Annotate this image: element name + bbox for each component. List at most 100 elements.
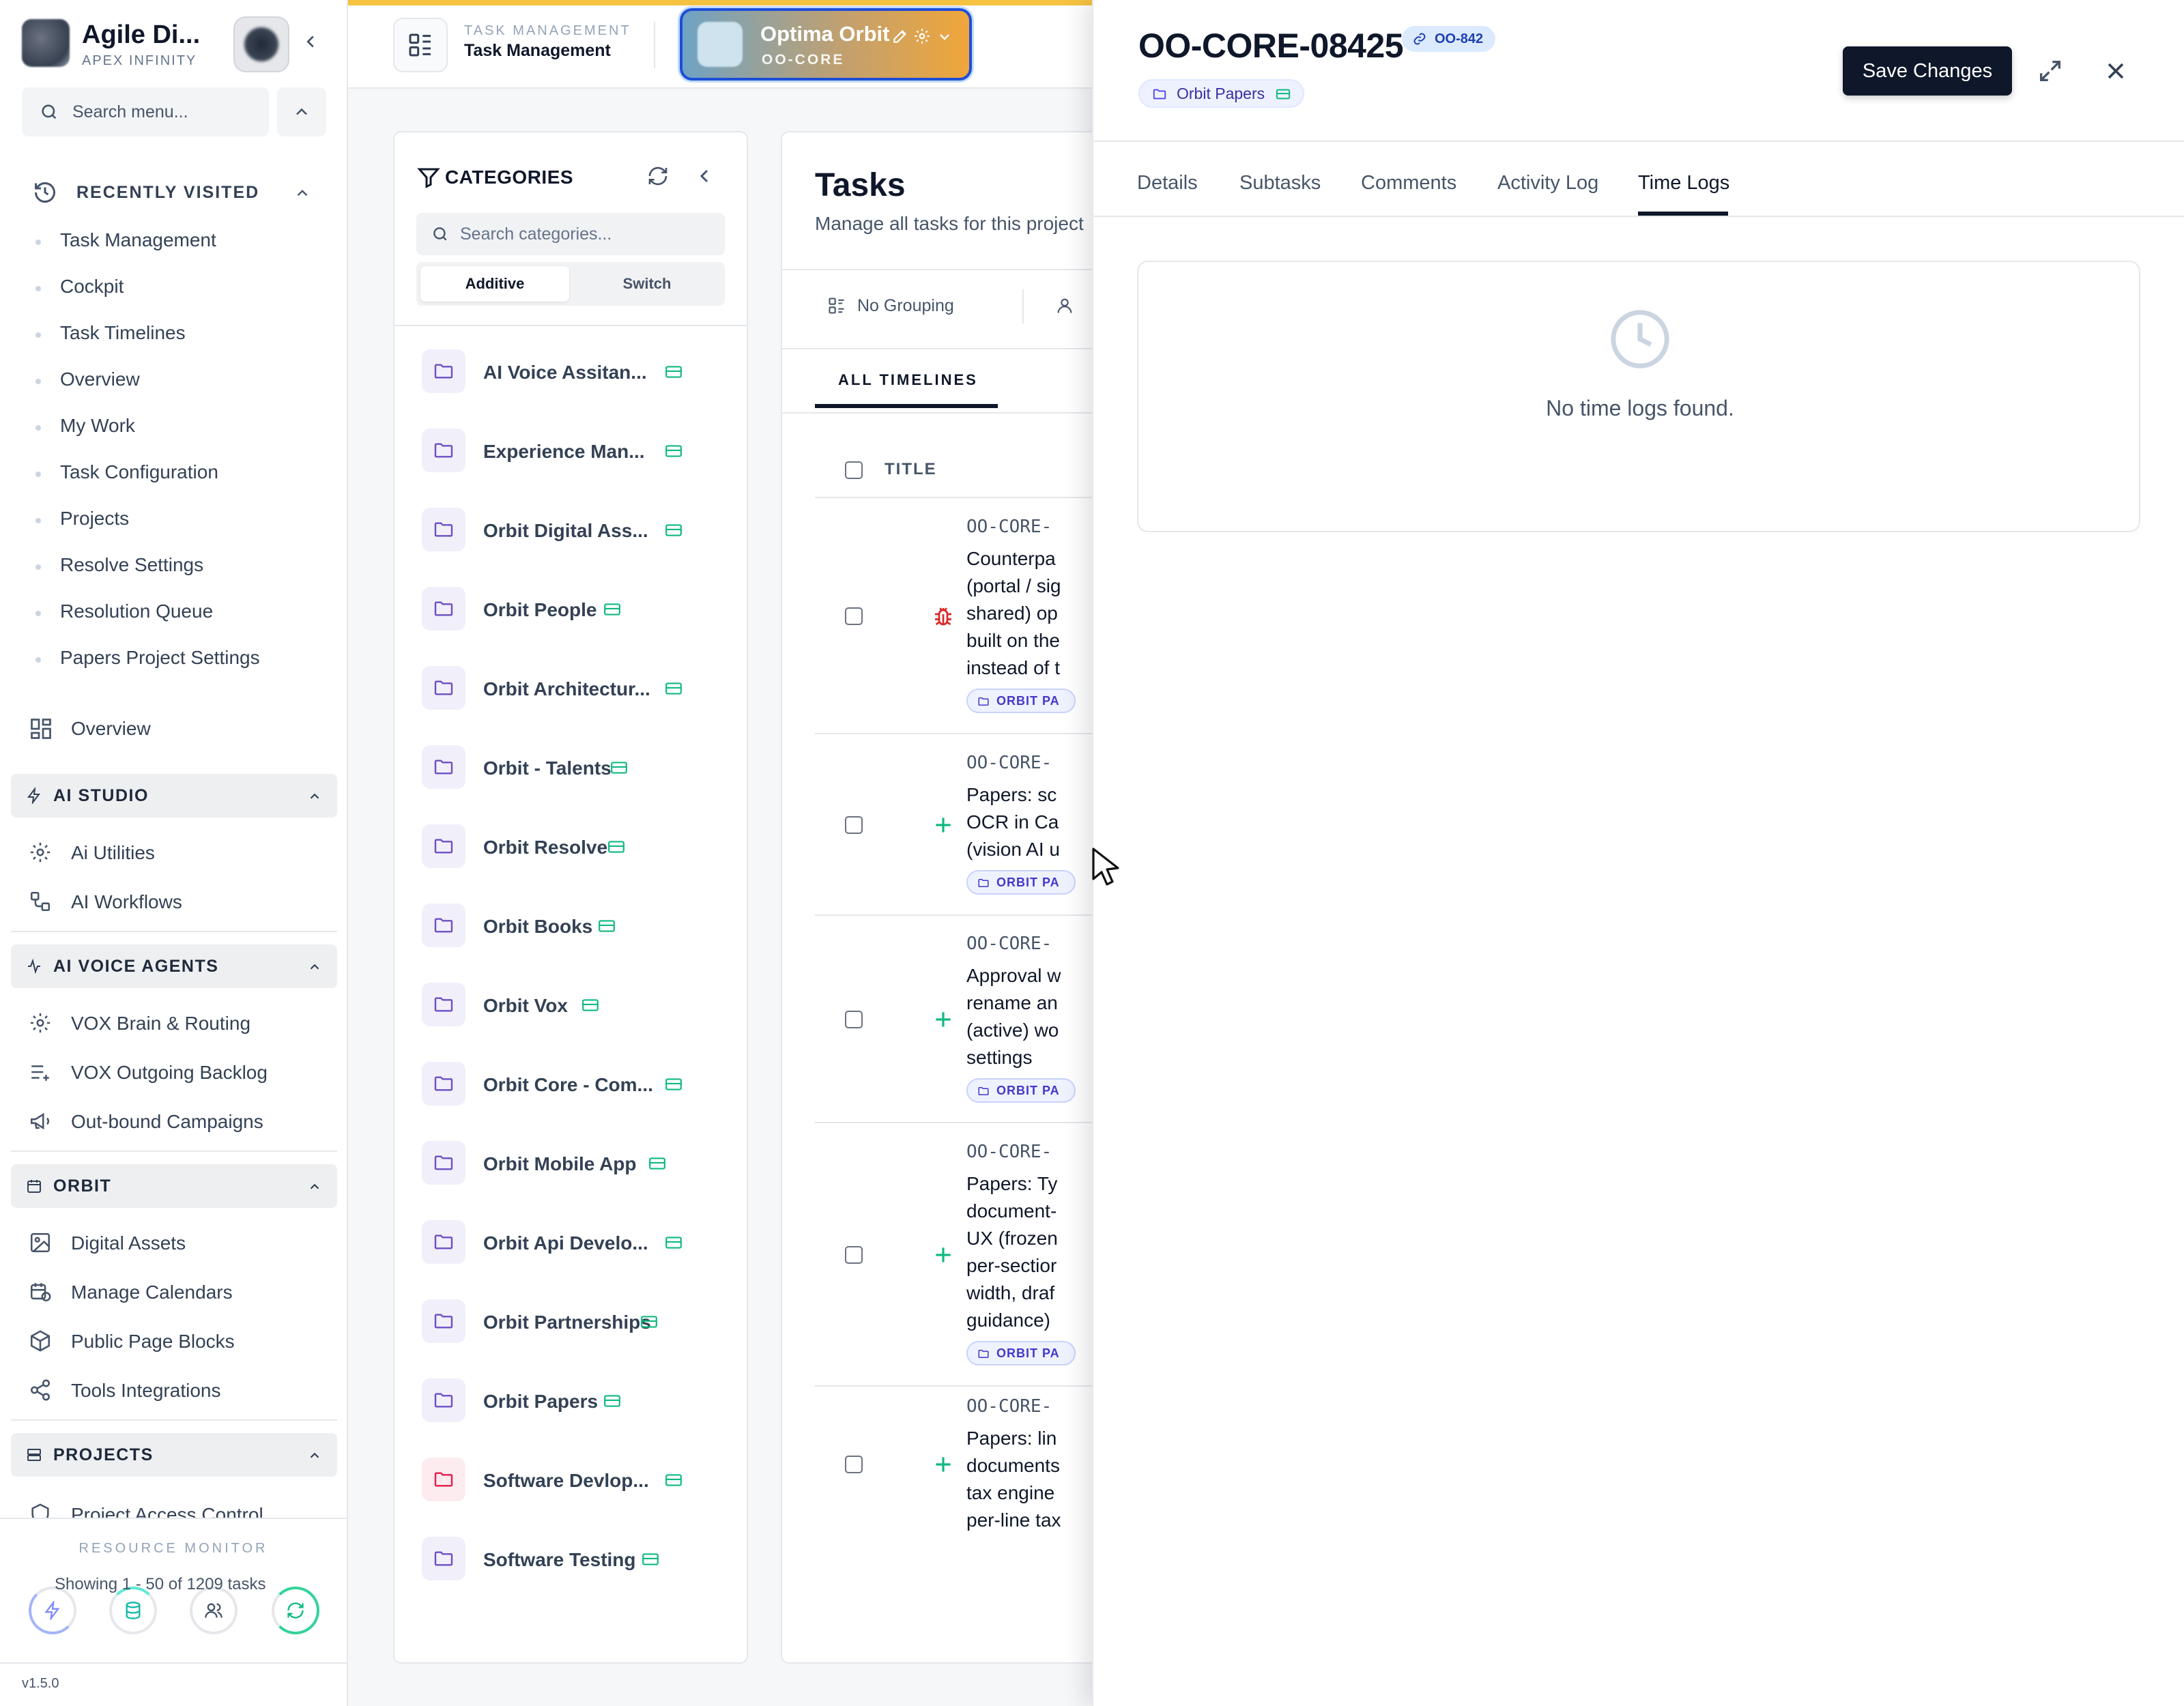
category-item[interactable]: Orbit People	[422, 585, 736, 633]
row-checkbox[interactable]	[845, 816, 863, 834]
tab-comments[interactable]: Comments	[1361, 172, 1456, 194]
table-row[interactable]: OO-CORE- Approval w rename an (active) wo se…	[815, 916, 1121, 1123]
grouping-select[interactable]: No Grouping	[827, 291, 1011, 325]
mode-additive-button[interactable]: Additive	[420, 266, 569, 302]
category-name: Orbit Partnerships	[483, 1312, 651, 1333]
divider	[1022, 289, 1024, 323]
folder-icon	[434, 522, 453, 537]
sidebar-item-vox-brain[interactable]: VOX Brain & Routing	[29, 1007, 322, 1040]
card-icon	[665, 1078, 682, 1090]
category-item[interactable]: AI Voice Assitan...	[422, 348, 736, 396]
category-item[interactable]: Software Devlop...	[422, 1456, 736, 1504]
linked-ref-badge[interactable]: OO-842	[1402, 26, 1496, 52]
refresh-icon[interactable]	[647, 165, 669, 187]
tab-activity-log[interactable]: Activity Log	[1497, 172, 1598, 194]
category-search-input[interactable]: Search categories...	[416, 213, 725, 255]
category-item[interactable]: Orbit Partnerships	[422, 1298, 736, 1346]
category-folder	[422, 1299, 465, 1343]
close-icon[interactable]	[2102, 57, 2129, 85]
folder-icon	[978, 697, 989, 706]
tab-time-logs[interactable]: Time Logs	[1638, 172, 1729, 194]
category-badge[interactable]: Orbit Papers	[1138, 79, 1305, 108]
category-folder	[422, 508, 465, 551]
card-icon	[611, 762, 627, 774]
category-name: Software Testing	[483, 1549, 636, 1570]
avatar[interactable]	[233, 16, 289, 72]
category-chip[interactable]: ORBIT PA	[966, 689, 1076, 713]
sidebar-item-tools-integrations[interactable]: Tools Integrations	[29, 1374, 322, 1407]
mode-switch-button[interactable]: Switch	[573, 266, 721, 302]
category-item[interactable]: Experience Man...	[422, 427, 736, 475]
sidebar-item-overview[interactable]: Overview	[29, 712, 322, 745]
category-item[interactable]: Software Testing	[422, 1535, 736, 1583]
section-header-projects[interactable]: PROJECTS	[11, 1433, 337, 1477]
table-row[interactable]: OO-CORE- Papers: sc OCR in Ca (vision AI uO…	[815, 734, 1121, 916]
sidebar-item-outbound-campaigns[interactable]: Out-bound Campaigns	[29, 1105, 322, 1138]
recently-visited-header[interactable]: RECENTLY VISITED	[33, 179, 319, 206]
card-icon	[642, 1553, 659, 1565]
folder-icon	[434, 1234, 453, 1249]
category-item[interactable]: Orbit Core - Com...	[422, 1060, 736, 1108]
category-item[interactable]: Orbit Books	[422, 902, 736, 950]
sidebar-item-ai-workflows[interactable]: AI Workflows	[29, 886, 322, 919]
brand-subtitle: APEX INFINITY	[82, 53, 197, 68]
recent-item-label: Resolution Queue	[60, 601, 214, 622]
category-name: Orbit Resolve	[483, 837, 608, 858]
category-folder	[422, 824, 465, 868]
table-row[interactable]: OO-CORE- Papers: Ty document- UX (frozen per…	[815, 1123, 1121, 1387]
section-header-ai-voice-agents[interactable]: AI VOICE AGENTS	[11, 944, 337, 988]
sidebar-item-public-page-blocks[interactable]: Public Page Blocks	[29, 1325, 322, 1358]
time-logs-empty-state: No time logs found.	[1137, 261, 2140, 532]
category-chip[interactable]: ORBIT PA	[966, 1341, 1076, 1365]
category-item[interactable]: Orbit Resolve	[422, 823, 736, 871]
sidebar-item-vox-backlog[interactable]: VOX Outgoing Backlog	[29, 1056, 322, 1089]
category-item[interactable]: Orbit Digital Ass...	[422, 506, 736, 554]
tab-all-timelines[interactable]: ALL TIMELINES	[838, 371, 978, 389]
section-header-orbit[interactable]: ORBIT	[11, 1164, 337, 1208]
category-item[interactable]: Orbit Mobile App	[422, 1140, 736, 1187]
row-checkbox[interactable]	[845, 1246, 863, 1264]
category-name: AI Voice Assitan...	[483, 362, 647, 383]
module-icon[interactable]	[393, 18, 448, 72]
search-menu-input[interactable]: Search menu...	[22, 87, 269, 136]
sidebar-item-manage-calendars[interactable]: Manage Calendars	[29, 1276, 322, 1309]
divider	[782, 348, 1121, 349]
row-checkbox[interactable]	[845, 607, 863, 625]
expand-icon[interactable]	[2037, 57, 2064, 85]
category-folder	[422, 666, 465, 710]
select-all-checkbox[interactable]	[845, 461, 863, 479]
sync-monitor[interactable]	[272, 1587, 319, 1634]
chevron-left-icon[interactable]	[693, 165, 715, 187]
category-item[interactable]: Orbit Papers	[422, 1377, 736, 1425]
save-changes-button[interactable]: Save Changes	[1843, 46, 2012, 96]
category-chip[interactable]: ORBIT PA	[966, 1078, 1076, 1103]
table-row[interactable]: OO-CORE- Papers: lin documents tax engine pe…	[815, 1387, 1121, 1542]
category-item[interactable]: Orbit - Talents	[422, 744, 736, 792]
column-title-header[interactable]: TITLE	[885, 460, 937, 479]
tab-details[interactable]: Details	[1137, 172, 1198, 194]
row-checkbox[interactable]	[845, 1456, 863, 1473]
gear-icon	[30, 1013, 51, 1033]
folder-icon	[434, 1551, 453, 1566]
sidebar-item-project-access-control[interactable]: Project Access Control	[29, 1499, 322, 1518]
sidebar-item-digital-assets[interactable]: Digital Assets	[29, 1227, 322, 1260]
section-header-ai-studio[interactable]: AI STUDIO	[11, 774, 337, 818]
collapse-menu-button[interactable]	[277, 87, 326, 136]
plus-icon	[936, 1457, 951, 1472]
category-item[interactable]: Orbit Api Develo...	[422, 1219, 736, 1267]
table-row[interactable]: OO-CORE- Counterpa (portal / sig shared) op…	[815, 498, 1121, 734]
category-chip[interactable]: ORBIT PA	[966, 870, 1076, 895]
folder-icon	[978, 1350, 989, 1358]
recently-visited-label: RECENTLY VISITED	[76, 183, 260, 202]
row-checkbox[interactable]	[845, 1011, 863, 1028]
recent-item-label: Resolve Settings	[60, 554, 204, 575]
sidebar-item-ai-utilities[interactable]: Ai Utilities	[29, 837, 322, 869]
tab-subtasks[interactable]: Subtasks	[1239, 172, 1321, 194]
collapse-sidebar-button[interactable]	[300, 31, 321, 52]
category-item[interactable]: Orbit Vox	[422, 981, 736, 1029]
folder-icon	[978, 879, 989, 887]
sidebar-item-label: Out-bound Campaigns	[71, 1111, 263, 1132]
user-icon[interactable]	[1055, 296, 1074, 315]
project-switcher[interactable]: Optima Orbit OO-CORE	[680, 8, 972, 81]
category-item[interactable]: Orbit Architectur...	[422, 665, 736, 712]
